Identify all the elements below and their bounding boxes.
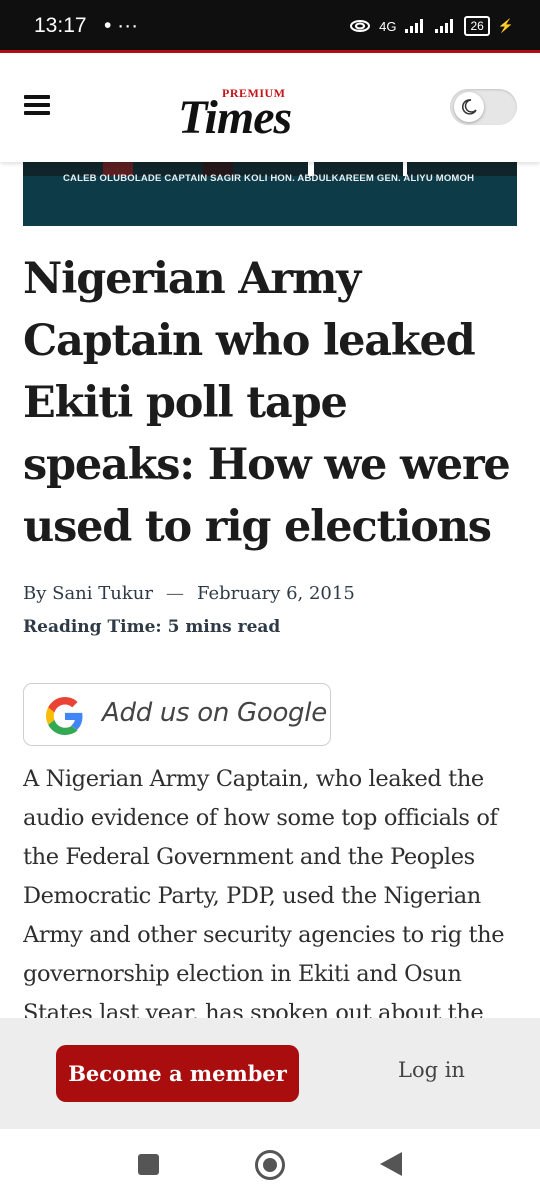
become-member-button[interactable]: Become a member <box>56 1045 299 1102</box>
article-title: Nigerian Army Captain who leaked Ekiti p… <box>23 254 511 552</box>
image-caption: CALEB OLUBOLADE CAPTAIN SAGIR KOLI HON. … <box>63 173 475 184</box>
reading-time: Reading Time: 5 mins read <box>23 617 281 637</box>
article-body: A Nigerian Army Captain, who leaked the … <box>23 766 505 1018</box>
add-us-on-google-label: Add us on Google <box>102 698 327 728</box>
status-time: 13:17 <box>34 14 87 37</box>
site-header: PREMIUM Times <box>0 50 540 162</box>
logo-times-text: Times <box>178 91 292 144</box>
android-navigation-bar <box>0 1129 540 1200</box>
google-g-icon <box>46 697 83 735</box>
signal-icon-2 <box>435 19 454 33</box>
meta-separator: — <box>165 583 184 604</box>
add-us-on-google-button[interactable]: Add us on Google <box>23 683 331 746</box>
status-bar: 13:17 • ··· 4G 26 ⚡ <box>0 0 540 50</box>
status-right: 4G 26 ⚡ <box>349 16 514 36</box>
login-link[interactable]: Log in <box>398 1058 465 1082</box>
network-type: 4G <box>379 18 397 34</box>
header-accent-line <box>0 50 540 55</box>
premium-times-logo[interactable]: PREMIUM Times <box>178 80 328 144</box>
notification-icons: • ··· <box>104 14 139 37</box>
article-featured-image: CALEB OLUBOLADE CAPTAIN SAGIR KOLI HON. … <box>23 162 517 226</box>
membership-bar: Become a member Log in <box>0 1018 540 1129</box>
hamburger-menu-icon[interactable] <box>24 95 50 115</box>
moon-icon <box>461 99 477 115</box>
battery-icon: 26 <box>464 16 490 36</box>
dark-mode-toggle[interactable] <box>450 89 517 125</box>
signal-icon <box>405 19 424 33</box>
publish-date: February 6, 2015 <box>196 583 355 604</box>
author-byline[interactable]: By Sani Tukur <box>23 583 153 604</box>
back-button-icon[interactable] <box>380 1152 402 1176</box>
article-meta: By Sani Tukur — February 6, 2015 <box>23 583 355 604</box>
toggle-knob <box>454 92 484 122</box>
link-icon <box>350 20 371 32</box>
recents-button-icon[interactable] <box>138 1154 159 1175</box>
home-button-icon[interactable] <box>255 1150 285 1180</box>
charging-icon: ⚡ <box>497 18 514 33</box>
